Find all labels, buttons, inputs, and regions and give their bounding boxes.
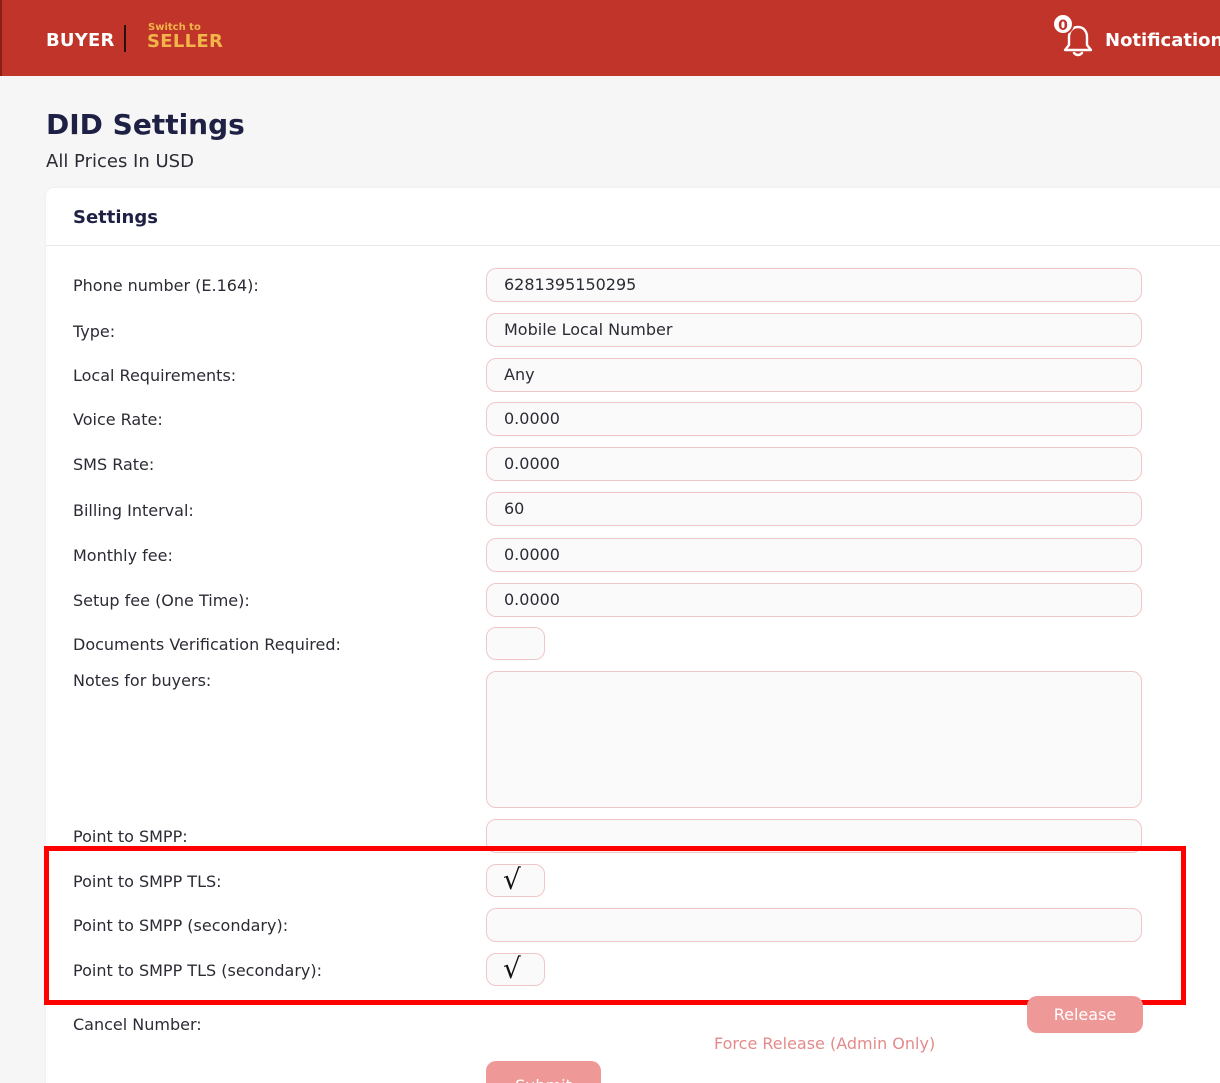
buyer-mode-label: BUYER: [46, 30, 115, 51]
page-subtitle: All Prices In USD: [46, 151, 194, 172]
billing-interval-label: Billing Interval:: [73, 501, 194, 520]
release-button[interactable]: Release: [1027, 996, 1143, 1033]
sms-rate-field[interactable]: 0.0000: [486, 447, 1142, 481]
monthly-fee-label: Monthly fee:: [73, 546, 173, 565]
top-bar: BUYER Switch to SELLER 0 Notifications: [0, 0, 1220, 76]
voice-rate-label: Voice Rate:: [73, 410, 163, 429]
cancel-number-label: Cancel Number:: [73, 1015, 202, 1034]
point-to-smpp-tls-secondary-label: Point to SMPP TLS (secondary):: [73, 961, 323, 980]
notifications-link[interactable]: Notifications: [1105, 30, 1220, 51]
point-to-smpp-tls-secondary-checkbox[interactable]: √: [486, 953, 545, 986]
point-to-smpp-tls-label: Point to SMPP TLS:: [73, 872, 222, 891]
settings-card-title: Settings: [73, 207, 158, 228]
phone-number-field[interactable]: 6281395150295: [486, 268, 1142, 302]
settings-card-header: Settings: [46, 188, 1220, 246]
setup-fee-field[interactable]: 0.0000: [486, 583, 1142, 617]
point-to-smpp-secondary-label: Point to SMPP (secondary):: [73, 916, 289, 935]
monthly-fee-field[interactable]: 0.0000: [486, 538, 1142, 572]
point-to-smpp-field[interactable]: [486, 819, 1142, 853]
point-to-smpp-tls-checkbox[interactable]: √: [486, 864, 545, 897]
force-release-link[interactable]: Force Release (Admin Only): [714, 1034, 935, 1053]
setup-fee-label: Setup fee (One Time):: [73, 591, 250, 610]
voice-rate-field[interactable]: 0.0000: [486, 402, 1142, 436]
type-field[interactable]: Mobile Local Number: [486, 313, 1142, 347]
notes-for-buyers-textarea[interactable]: [486, 671, 1142, 808]
local-requirements-label: Local Requirements:: [73, 366, 237, 385]
documents-verification-label: Documents Verification Required:: [73, 635, 341, 654]
billing-interval-field[interactable]: 60: [486, 492, 1142, 526]
submit-button[interactable]: Submit: [486, 1061, 601, 1083]
switch-to-seller-link[interactable]: SELLER: [147, 31, 223, 52]
type-label: Type:: [73, 322, 116, 341]
mode-divider: [124, 25, 126, 52]
phone-number-label: Phone number (E.164):: [73, 276, 259, 295]
documents-verification-checkbox[interactable]: [486, 627, 545, 660]
point-to-smpp-label: Point to SMPP:: [73, 827, 188, 846]
page-title: DID Settings: [46, 108, 245, 141]
sms-rate-label: SMS Rate:: [73, 455, 155, 474]
local-requirements-field[interactable]: Any: [486, 358, 1142, 392]
point-to-smpp-secondary-field[interactable]: [486, 908, 1142, 942]
notes-for-buyers-label: Notes for buyers:: [73, 671, 212, 690]
notification-count-badge: 0: [1052, 13, 1074, 35]
